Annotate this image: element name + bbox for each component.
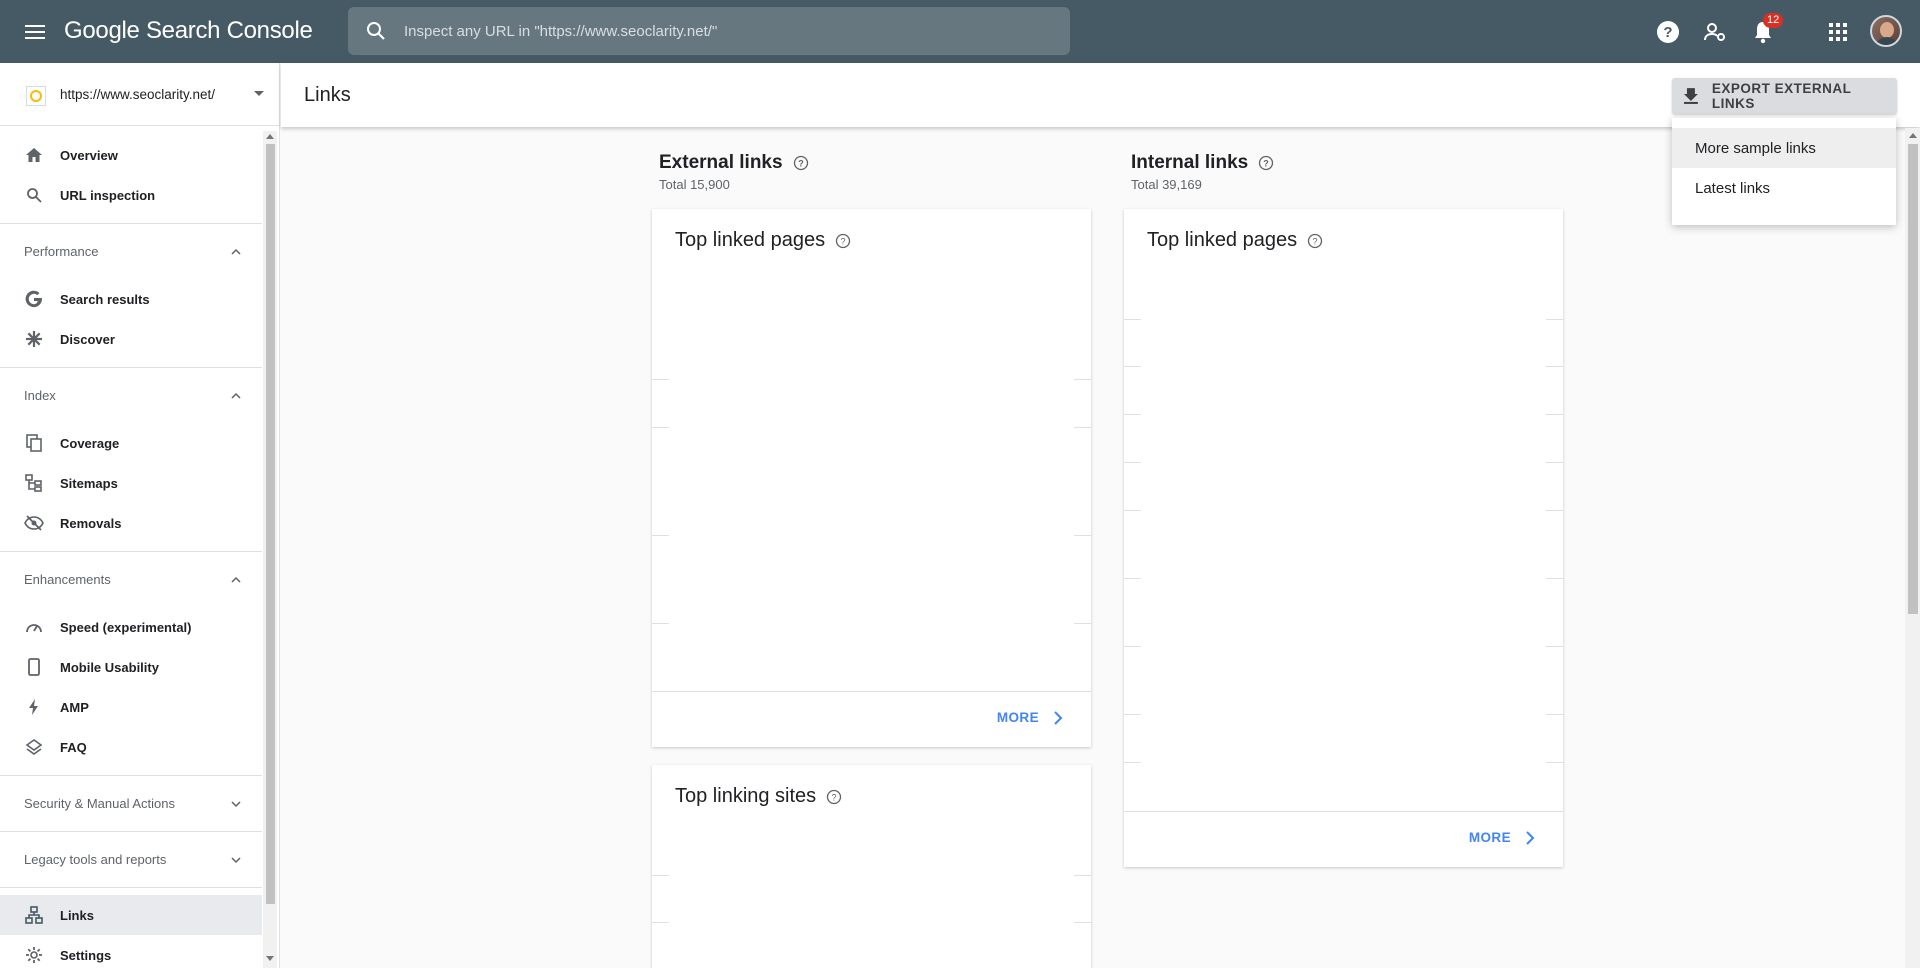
internal-links-title: Internal links [1131,152,1249,173]
sidebar-section-enhancements[interactable]: Enhancements [0,551,262,607]
sitemaps-icon [24,473,44,493]
sidebar-item-faq[interactable]: FAQ [0,727,262,767]
top-app-bar: Google Search Console ? 12 [0,0,1920,63]
menu-item-more-sample-links[interactable]: More sample links [1672,128,1896,168]
page-title: Links [304,84,351,106]
menu-item-latest-links[interactable]: Latest links [1672,168,1896,208]
more-button[interactable]: MORE [1469,830,1535,845]
google-g-icon [24,289,44,309]
sidebar-item-search-results[interactable]: Search results [0,279,262,319]
card-title: Top linked pages [1147,229,1298,251]
external-top-linked-pages-card: Top linked pages? MORE [652,209,1091,747]
url-inspection-search[interactable] [348,7,1070,55]
chevron-right-icon [1054,710,1063,725]
property-selector[interactable]: https://www.seoclarity.net/ [0,63,279,126]
notifications-icon[interactable]: 12 [1748,13,1784,47]
home-icon [24,145,44,165]
coverage-icon [24,433,44,453]
sidebar-item-settings[interactable]: Settings [0,935,262,968]
avatar[interactable] [1870,15,1902,47]
main-scrollbar-thumb[interactable] [1908,144,1918,614]
svg-text:?: ? [798,158,804,168]
sidebar-item-amp[interactable]: AMP [0,687,262,727]
layers-icon [24,737,44,757]
chevron-up-icon[interactable] [228,244,244,260]
notification-badge: 12 [1763,13,1784,28]
svg-text:?: ? [832,792,837,802]
sidebar-item-coverage[interactable]: Coverage [0,423,262,463]
external-links-header: External links? Total 15,900 [659,152,809,192]
sidebar-item-url-inspection[interactable]: URL inspection [0,175,262,215]
sidebar-item-discover[interactable]: Discover [0,319,262,359]
external-top-linking-sites-card: Top linking sites? [652,765,1091,968]
help-icon[interactable]: ? [835,233,851,249]
property-url: https://www.seoclarity.net/ [60,87,216,102]
download-icon [1683,88,1698,104]
chevron-down-icon[interactable] [228,852,244,868]
internal-top-linked-pages-card: Top linked pages? MORE [1124,209,1563,867]
lightning-icon [24,697,44,717]
links-icon [24,905,44,925]
card-title: Top linked pages [675,229,826,251]
sidebar-scrollbar-thumb[interactable] [266,144,275,904]
svg-text:?: ? [1263,158,1269,168]
card-footer: MORE [652,691,1091,747]
property-favicon-icon [26,86,46,106]
chevron-right-icon [1526,830,1535,845]
chevron-up-icon[interactable] [228,388,244,404]
external-links-title: External links [659,152,783,173]
scroll-up-icon[interactable] [266,134,274,139]
export-external-links-button[interactable]: EXPORT EXTERNAL LINKS [1672,78,1897,114]
external-links-total: Total 15,900 [659,177,730,192]
sidebar-section-legacy[interactable]: Legacy tools and reports [0,831,262,887]
internal-links-header: Internal links? Total 39,169 [1131,152,1274,192]
eye-off-icon [24,513,44,533]
sidebar-section-security[interactable]: Security & Manual Actions [0,775,262,831]
sidebar-item-mobile-usability[interactable]: Mobile Usability [0,647,262,687]
scroll-up-icon[interactable] [1909,133,1917,138]
help-icon[interactable]: ? [793,155,809,171]
more-button[interactable]: MORE [997,710,1063,725]
sidebar: https://www.seoclarity.net/ Overview URL… [0,63,280,968]
help-icon[interactable]: ? [1653,17,1683,47]
svg-text:?: ? [841,236,846,246]
help-icon[interactable]: ? [826,789,842,805]
search-input[interactable] [404,22,1024,40]
sidebar-item-sitemaps[interactable]: Sitemaps [0,463,262,503]
chevron-up-icon[interactable] [228,572,244,588]
sidebar-section-index[interactable]: Index [0,367,262,423]
user-settings-icon[interactable] [1700,17,1730,47]
search-icon [367,22,385,40]
chevron-down-icon[interactable] [228,796,244,812]
help-icon[interactable]: ? [1258,155,1274,171]
app-logo[interactable]: Google Search Console [64,17,313,45]
card-title: Top linking sites [675,785,817,807]
menu-icon[interactable] [20,17,50,47]
search-icon [24,185,44,205]
sidebar-item-overview[interactable]: Overview [0,135,262,175]
phone-icon [24,657,44,677]
sidebar-item-links[interactable]: Links [0,895,262,935]
internal-links-total: Total 39,169 [1131,177,1202,192]
sidebar-item-speed[interactable]: Speed (experimental) [0,607,262,647]
sidebar-section-performance[interactable]: Performance [0,223,262,279]
card-footer: MORE [1124,811,1563,867]
apps-grid-icon[interactable] [1823,17,1853,47]
sidebar-nav: Overview URL inspection Performance Sear… [0,127,262,968]
gear-icon [24,945,44,965]
asterisk-icon [24,329,44,349]
speedometer-icon [24,617,44,637]
scroll-down-icon[interactable] [266,956,274,961]
export-menu: More sample links Latest links [1672,118,1896,225]
sidebar-item-removals[interactable]: Removals [0,503,262,543]
svg-text:?: ? [1663,24,1672,41]
caret-down-icon[interactable] [254,91,264,96]
help-icon[interactable]: ? [1307,233,1323,249]
svg-text:?: ? [1313,236,1318,246]
